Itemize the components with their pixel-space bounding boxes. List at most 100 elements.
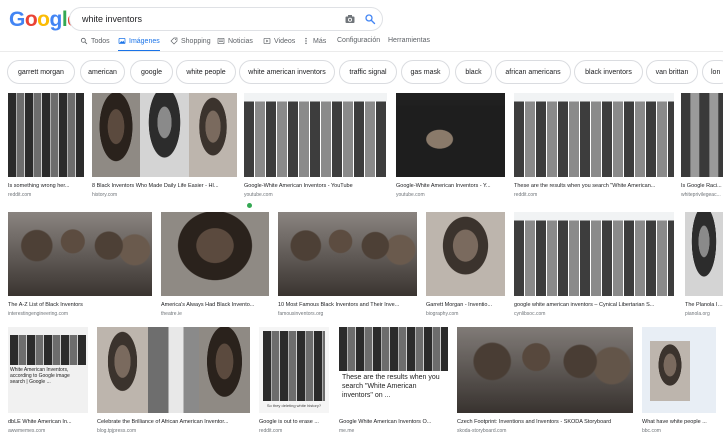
chip[interactable]: gas mask bbox=[401, 60, 450, 84]
result-source: reddit.com bbox=[259, 428, 283, 434]
result-thumbnail[interactable] bbox=[396, 93, 505, 177]
header: Google Todos Imágenes Shopping Not bbox=[0, 0, 723, 52]
tab-mas[interactable]: Más bbox=[302, 37, 326, 45]
result-card[interactable]: Celebrate the Brilliance of African Amer… bbox=[97, 327, 250, 436]
result-thumbnail[interactable] bbox=[426, 212, 505, 296]
chip[interactable]: van brittan bbox=[646, 60, 698, 84]
result-thumbnail[interactable] bbox=[97, 327, 250, 413]
result-card[interactable]: These are the results when you search "W… bbox=[339, 327, 448, 436]
collage-image bbox=[457, 327, 633, 413]
chip[interactable]: african americans bbox=[495, 60, 571, 84]
result-caption[interactable]: The Planola In... bbox=[685, 302, 723, 308]
chip-label: traffic signal bbox=[349, 68, 387, 76]
result-source: blog.tpjpress.com bbox=[97, 428, 137, 434]
chip[interactable]: traffic signal bbox=[339, 60, 397, 84]
result-card[interactable]: The Planola In... pianola.org bbox=[685, 212, 723, 320]
result-card[interactable]: Garrett Morgan - Inventio... biography.c… bbox=[426, 212, 505, 320]
chip[interactable]: garrett morgan bbox=[7, 60, 75, 84]
chip[interactable]: google bbox=[130, 60, 173, 84]
logo-letter: o bbox=[24, 8, 38, 31]
chip[interactable]: lon bbox=[702, 60, 723, 84]
result-card[interactable]: Is something wrong her... reddit.com bbox=[8, 93, 84, 201]
search-icon[interactable] bbox=[364, 13, 376, 25]
related-chips: garrett morgan american google white peo… bbox=[0, 60, 723, 84]
chip-label: google bbox=[140, 68, 163, 76]
result-thumbnail[interactable]: White American Inventors, according to G… bbox=[8, 327, 88, 413]
result-caption[interactable]: Google White American Inventors O... bbox=[339, 419, 448, 425]
tab-label: Más bbox=[313, 37, 327, 45]
result-caption[interactable]: What have white people ... bbox=[642, 419, 716, 425]
tab-imagenes[interactable]: Imágenes bbox=[118, 37, 160, 52]
result-card[interactable]: 10 Most Famous Black Inventors and Their… bbox=[278, 212, 417, 320]
result-card[interactable]: These are the results when you search "W… bbox=[514, 93, 674, 201]
result-caption[interactable]: Google is out to erase ... bbox=[259, 419, 329, 425]
result-thumbnail[interactable] bbox=[92, 93, 237, 177]
result-thumbnail[interactable] bbox=[457, 327, 633, 413]
result-card[interactable]: Google-White American Inventors - YouTub… bbox=[244, 93, 387, 211]
chip[interactable]: black inventors bbox=[574, 60, 643, 84]
result-caption[interactable]: dbLE White American In... bbox=[8, 419, 88, 425]
result-thumbnail[interactable] bbox=[8, 93, 84, 177]
tab-noticias[interactable]: Noticias bbox=[217, 37, 253, 45]
meme-caption: White American Inventors, according to G… bbox=[10, 367, 70, 385]
result-card[interactable]: White American Inventors, according to G… bbox=[8, 327, 88, 436]
result-caption[interactable]: Google-White American Inventors - YouTub… bbox=[244, 183, 387, 189]
result-caption[interactable]: Celebrate the Brilliance of African Amer… bbox=[97, 419, 250, 425]
search-input[interactable] bbox=[82, 11, 332, 27]
tab-shopping[interactable]: Shopping bbox=[170, 37, 211, 45]
tab-todos[interactable]: Todos bbox=[80, 37, 110, 45]
result-caption[interactable]: Czech Footprint: Inventions and Inventor… bbox=[457, 419, 633, 425]
tab-label: Configuración bbox=[337, 37, 381, 44]
news-icon bbox=[217, 38, 225, 44]
chip[interactable]: white people bbox=[176, 60, 236, 84]
result-card[interactable]: 8 Black Inventors Who Made Daily Life Ea… bbox=[92, 93, 237, 201]
result-thumbnail[interactable]: So they deleting white history? bbox=[259, 327, 329, 413]
chip[interactable]: white american inventors bbox=[239, 60, 335, 84]
result-card[interactable]: Google-White American Inventors - Y... y… bbox=[396, 93, 505, 201]
result-caption[interactable]: Garrett Morgan - Inventio... bbox=[426, 302, 505, 308]
camera-icon[interactable] bbox=[344, 13, 356, 25]
result-thumbnail[interactable] bbox=[681, 93, 723, 177]
tab-configuracion[interactable]: Configuración bbox=[337, 37, 380, 44]
result-thumbnail[interactable] bbox=[514, 212, 674, 296]
play-icon bbox=[263, 38, 271, 44]
tab-label: Videos bbox=[274, 37, 296, 45]
chip[interactable]: american bbox=[80, 60, 125, 84]
result-caption[interactable]: google white american inventors – Cynica… bbox=[514, 302, 674, 308]
meme-caption: So they deleting white history? bbox=[266, 403, 322, 408]
result-source: history.com bbox=[92, 192, 118, 198]
result-caption[interactable]: Is Google Raci... bbox=[681, 183, 723, 189]
result-caption[interactable]: Google-White American Inventors - Y... bbox=[396, 183, 505, 189]
chip-label: van brittan bbox=[655, 68, 689, 76]
result-card[interactable]: So they deleting white history? Google i… bbox=[259, 327, 329, 436]
result-caption[interactable]: These are the results when you search "W… bbox=[514, 183, 674, 189]
result-card[interactable]: google white american inventors – Cynica… bbox=[514, 212, 674, 320]
search-tabs: Todos Imágenes Shopping Noticias Videos … bbox=[0, 35, 723, 52]
tab-herramientas[interactable]: Herramientas bbox=[388, 37, 430, 44]
chip[interactable]: black bbox=[455, 60, 492, 84]
result-thumbnail[interactable] bbox=[161, 212, 269, 296]
portrait-photo bbox=[199, 327, 250, 413]
result-card[interactable]: Czech Footprint: Inventions and Inventor… bbox=[457, 327, 633, 436]
chip-label: african americans bbox=[505, 68, 561, 76]
result-card[interactable]: What have white people ... bbc.com bbox=[642, 327, 716, 436]
result-thumbnail[interactable] bbox=[514, 93, 674, 177]
tab-videos[interactable]: Videos bbox=[263, 37, 295, 45]
result-thumbnail[interactable] bbox=[642, 327, 716, 413]
result-thumbnail[interactable] bbox=[8, 212, 152, 296]
result-thumbnail[interactable] bbox=[685, 212, 723, 296]
result-card[interactable]: America's Always Had Black Invento... th… bbox=[161, 212, 269, 320]
search-box[interactable] bbox=[69, 7, 383, 31]
result-thumbnail[interactable] bbox=[278, 212, 417, 296]
result-card[interactable]: The A-Z List of Black Inventors interest… bbox=[8, 212, 152, 320]
result-caption[interactable]: America's Always Had Black Invento... bbox=[161, 302, 269, 308]
result-caption[interactable]: 8 Black Inventors Who Made Daily Life Ea… bbox=[92, 183, 237, 189]
result-caption[interactable]: 10 Most Famous Black Inventors and Their… bbox=[278, 302, 417, 308]
result-thumbnail[interactable] bbox=[244, 93, 387, 177]
result-caption[interactable]: The A-Z List of Black Inventors bbox=[8, 302, 152, 308]
result-caption[interactable]: Is something wrong her... bbox=[8, 183, 84, 189]
result-thumbnail[interactable]: These are the results when you search "W… bbox=[339, 327, 448, 413]
result-card[interactable]: Is Google Raci... whiteprivilegeac... bbox=[681, 93, 723, 201]
result-source: me.me bbox=[339, 428, 355, 434]
google-logo[interactable]: Google bbox=[9, 8, 79, 32]
